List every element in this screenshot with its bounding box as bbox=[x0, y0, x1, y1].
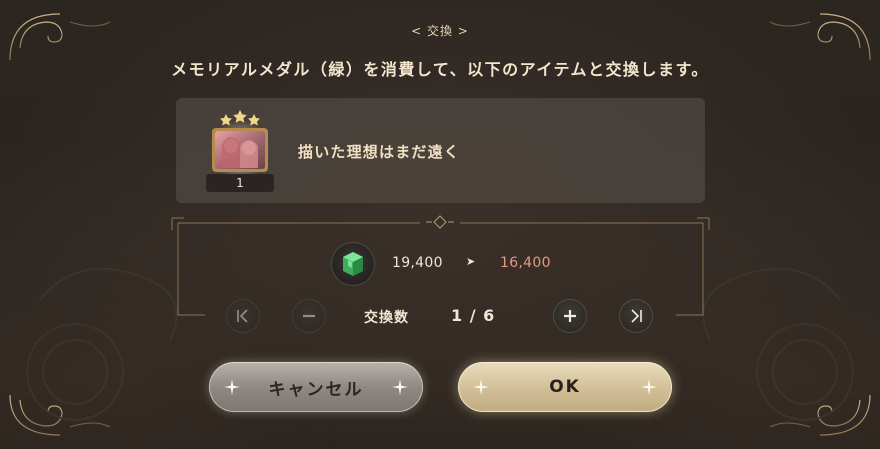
dialog-message: メモリアルメダル（緑）を消費して、以下のアイテムと交換します。 bbox=[171, 60, 709, 79]
increase-button[interactable] bbox=[553, 299, 587, 333]
dialog-title: < 交換 > bbox=[411, 24, 469, 38]
sparkle-icon bbox=[641, 379, 657, 395]
item-name: 描いた理想はまだ遠く bbox=[298, 143, 461, 161]
sparkle-icon bbox=[473, 379, 489, 395]
quantity-label: 交換数 bbox=[364, 310, 409, 326]
ok-button[interactable]: OK bbox=[458, 362, 672, 412]
item-count: 1 bbox=[236, 176, 244, 190]
min-quantity-button[interactable] bbox=[226, 299, 260, 333]
cancel-button-label: キャンセル bbox=[268, 379, 364, 400]
sparkle-icon bbox=[224, 379, 240, 395]
skip-to-min-icon bbox=[237, 309, 248, 323]
sparkle-icon bbox=[392, 379, 408, 395]
ok-button-label: OK bbox=[549, 377, 581, 397]
exchange-dialog: < 交換 > メモリアルメダル（緑）を消費して、以下のアイテムと交換します。 1… bbox=[0, 0, 880, 449]
currency-current: 19,400 bbox=[392, 255, 443, 271]
max-quantity-button[interactable] bbox=[619, 299, 653, 333]
minus-icon bbox=[303, 314, 315, 318]
plus-icon bbox=[564, 310, 576, 322]
green-gem-icon bbox=[343, 252, 363, 276]
skip-to-max-icon bbox=[631, 309, 642, 323]
cancel-button[interactable]: キャンセル bbox=[209, 362, 423, 412]
quantity-value: 1 / 6 bbox=[451, 306, 496, 325]
currency-slot bbox=[331, 242, 375, 286]
decrease-button[interactable] bbox=[292, 299, 326, 333]
currency-after: 16,400 bbox=[500, 255, 551, 271]
arrow-right-icon: ➤ bbox=[466, 255, 476, 268]
